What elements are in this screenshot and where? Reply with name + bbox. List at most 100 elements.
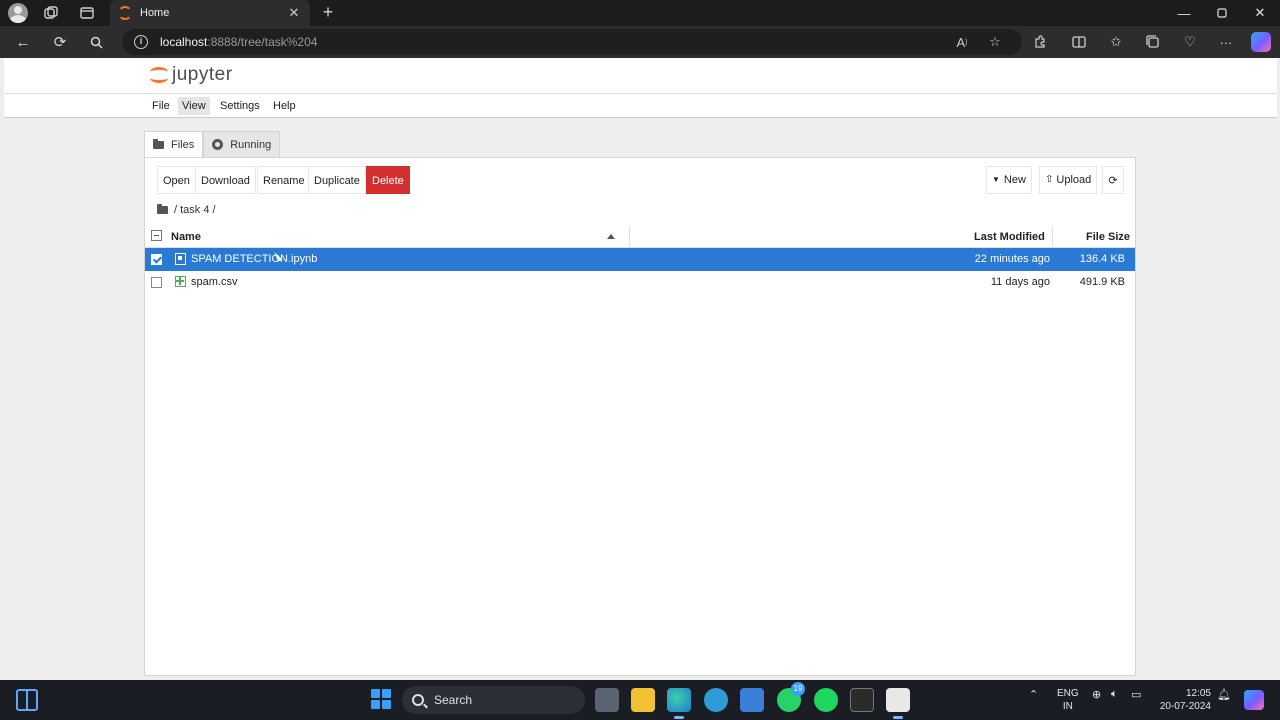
collections-icon[interactable] bbox=[1141, 31, 1165, 53]
show-hidden-icons-icon[interactable]: ⌃ bbox=[1029, 688, 1038, 701]
file-browser-tabs: Files Running bbox=[144, 131, 281, 157]
menu-view[interactable]: View bbox=[178, 97, 210, 115]
browser-toolbar: ← ⟳ i localhost:8888/tree/task%204 A) ☆ … bbox=[0, 26, 1280, 58]
clock-date: 20-07-2024 bbox=[1159, 701, 1211, 712]
caret-down-icon: ▼ bbox=[992, 175, 1000, 184]
file-size: 136.4 KB bbox=[1079, 253, 1125, 265]
minimize-icon[interactable]: — bbox=[1165, 0, 1203, 26]
jupyter-logo-text: jupyter bbox=[172, 64, 233, 85]
row-checkbox[interactable] bbox=[151, 277, 162, 288]
spreadsheet-icon bbox=[175, 276, 186, 287]
column-name[interactable]: Name bbox=[171, 231, 201, 243]
tab-files[interactable]: Files bbox=[144, 131, 204, 157]
new-button[interactable]: ▼ New bbox=[986, 166, 1032, 194]
file-modified: 22 minutes ago bbox=[974, 253, 1050, 265]
network-icon[interactable]: ⊕ bbox=[1092, 688, 1101, 701]
menu-file[interactable]: File bbox=[148, 97, 174, 115]
back-arrow-icon[interactable]: ← bbox=[11, 31, 35, 53]
edge-browser-icon[interactable] bbox=[667, 688, 691, 719]
profile-avatar-icon[interactable] bbox=[8, 3, 28, 23]
language-indicator[interactable]: ENG IN bbox=[1057, 687, 1079, 713]
taskbar: Search 19 ⌃ ENG IN ⊕ 🔈︎ ▭ 12:05 20-07-20… bbox=[0, 680, 1280, 720]
upload-button[interactable]: ⇧ Upload bbox=[1039, 166, 1098, 194]
tab-running-label: Running bbox=[230, 138, 272, 151]
folder-icon bbox=[153, 138, 164, 149]
refresh-icon[interactable]: ⟳ bbox=[48, 31, 72, 53]
column-last-modified[interactable]: Last Modified bbox=[974, 231, 1045, 243]
tab-files-label: Files bbox=[171, 138, 195, 151]
favorites-icon[interactable]: ✩ bbox=[1104, 31, 1128, 53]
split-screen-icon[interactable] bbox=[1067, 31, 1091, 53]
tab-actions-icon[interactable] bbox=[76, 3, 98, 23]
taskbar-search[interactable]: Search bbox=[402, 686, 585, 714]
file-row[interactable]: spam.csv 11 days ago 491.9 KB bbox=[145, 271, 1135, 294]
browser-tab-home[interactable]: Home ✕ bbox=[110, 0, 310, 26]
row-checkbox[interactable] bbox=[151, 254, 162, 265]
close-tab-icon[interactable]: ✕ bbox=[286, 5, 302, 21]
copilot-taskbar-icon[interactable] bbox=[1244, 690, 1264, 710]
delete-button[interactable]: Delete bbox=[366, 166, 410, 194]
refresh-files-icon[interactable]: ⟳ bbox=[1102, 166, 1124, 194]
jupyter-logo[interactable]: jupyter bbox=[150, 64, 233, 86]
browser-essentials-icon[interactable]: ♡ bbox=[1178, 31, 1202, 53]
home-folder-icon[interactable] bbox=[157, 204, 168, 214]
new-button-label: New bbox=[1003, 174, 1026, 186]
file-name[interactable]: spam.csv bbox=[191, 276, 237, 288]
whatsapp-badge: 19 bbox=[791, 682, 805, 696]
copilot-icon[interactable] bbox=[1251, 32, 1271, 52]
address-bar[interactable]: i localhost:8888/tree/task%204 bbox=[122, 29, 1022, 55]
tab-running[interactable]: Running bbox=[203, 131, 281, 157]
notebook-icon bbox=[175, 253, 186, 265]
file-browser-panel: Open Download Rename Duplicate Delete ▼ … bbox=[144, 157, 1136, 676]
jupyter-favicon-icon bbox=[118, 6, 132, 20]
favorite-star-icon[interactable]: ☆ bbox=[983, 31, 1007, 53]
column-divider bbox=[629, 226, 630, 247]
select-all-checkbox[interactable] bbox=[151, 230, 162, 241]
rename-button[interactable]: Rename bbox=[257, 166, 311, 194]
upload-button-label: Upload bbox=[1056, 174, 1092, 186]
clock[interactable]: 12:05 20-07-2024 bbox=[1155, 687, 1211, 713]
menu-settings[interactable]: Settings bbox=[216, 97, 264, 115]
duplicate-button[interactable]: Duplicate bbox=[308, 166, 366, 194]
search-icon bbox=[412, 694, 424, 706]
site-info-icon[interactable]: i bbox=[134, 35, 148, 49]
whatsapp-icon[interactable]: 19 bbox=[777, 682, 805, 712]
widgets-icon[interactable] bbox=[16, 689, 38, 711]
file-size: 491.9 KB bbox=[1079, 276, 1125, 288]
url-host: localhost bbox=[160, 35, 208, 49]
extensions-icon[interactable] bbox=[1028, 31, 1052, 53]
file-name[interactable]: SPAM DETECTION.ipynb bbox=[191, 253, 317, 265]
browser-tab-title: Home bbox=[140, 7, 170, 19]
jupyter-header: jupyter bbox=[4, 58, 1277, 94]
snipping-tool-icon[interactable] bbox=[886, 688, 910, 719]
notifications-bell-icon[interactable]: 🔔︎ bbox=[1217, 688, 1231, 701]
jupyter-logo-icon bbox=[150, 65, 168, 85]
microsoft-store-icon[interactable] bbox=[740, 688, 764, 712]
spotify-icon[interactable] bbox=[814, 688, 838, 712]
task-view-icon[interactable] bbox=[595, 688, 619, 712]
clock-time: 12:05 bbox=[1185, 688, 1211, 699]
close-window-icon[interactable]: ✕ bbox=[1241, 0, 1279, 26]
breadcrumb-path[interactable]: / task 4 / bbox=[174, 204, 216, 216]
start-windows-icon[interactable] bbox=[371, 689, 391, 709]
download-button[interactable]: Download bbox=[195, 166, 256, 194]
lang-line2: IN bbox=[1062, 701, 1073, 712]
battery-icon[interactable]: ▭ bbox=[1131, 688, 1141, 701]
file-explorer-icon[interactable] bbox=[631, 688, 655, 712]
open-button[interactable]: Open bbox=[157, 166, 196, 194]
maximize-icon[interactable] bbox=[1203, 0, 1241, 26]
file-row[interactable]: SPAM DETECTION.ipynb 22 minutes ago 136.… bbox=[145, 248, 1135, 271]
menu-help[interactable]: Help bbox=[269, 97, 300, 115]
file-list-header: Name Last Modified File Size bbox=[145, 226, 1135, 248]
terminal-icon[interactable] bbox=[850, 688, 874, 712]
workspaces-icon[interactable] bbox=[40, 3, 62, 23]
column-file-size[interactable]: File Size bbox=[1086, 231, 1130, 243]
new-tab-icon[interactable]: + bbox=[318, 3, 338, 23]
read-aloud-icon[interactable]: A) bbox=[950, 31, 974, 53]
app-icon[interactable] bbox=[704, 688, 728, 712]
search-icon[interactable] bbox=[84, 31, 108, 53]
more-options-icon[interactable]: ··· bbox=[1214, 31, 1238, 53]
breadcrumb: / task 4 / bbox=[157, 202, 216, 218]
sort-ascending-icon[interactable] bbox=[607, 234, 615, 239]
volume-icon[interactable]: 🔈︎ bbox=[1111, 688, 1118, 701]
